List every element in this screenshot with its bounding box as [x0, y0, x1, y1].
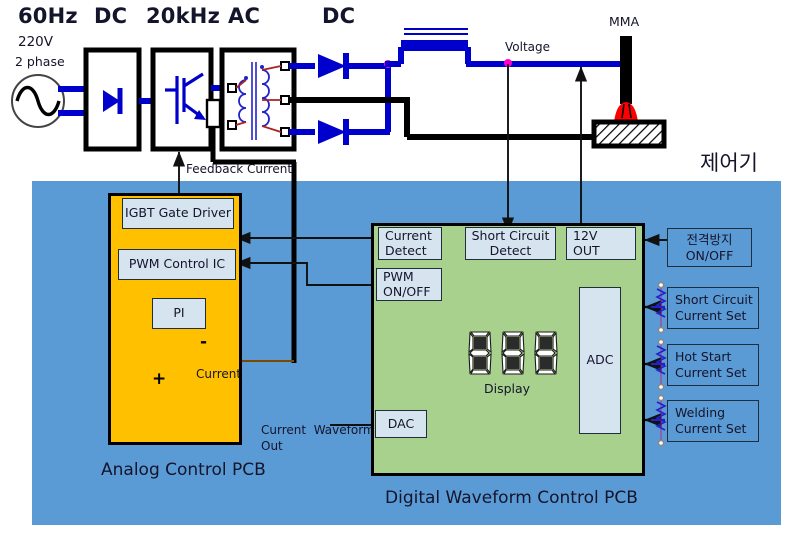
digital-pcb-caption: Digital Waveform Control PCB [385, 488, 638, 508]
summing-plus-sign: + [152, 369, 167, 389]
welding-inverter-block-diagram: 60Hz DC 20kHz AC DC 220V 2 phase Feedbac… [0, 0, 791, 534]
adc-block[interactable]: ADC [579, 287, 621, 434]
analog-pcb-caption: Analog Control PCB [101, 460, 266, 480]
pwm-control-ic-block[interactable]: PWM Control IC [118, 249, 236, 280]
pi-controller-block[interactable]: PI [152, 298, 206, 329]
source-voltage-label: 220V [18, 34, 54, 50]
current-sensor [205, 98, 222, 129]
current-waveform-out-line2: Out [261, 439, 283, 453]
inverter-box [150, 47, 214, 152]
short-circuit-current-set[interactable]: Short Circuit Current Set [667, 287, 759, 329]
electrode [620, 36, 632, 104]
stage-label-ac: AC [228, 4, 261, 28]
current-waveform-out-line1: Current Waveform [261, 423, 375, 437]
current-detect-label: Current Detect [385, 228, 432, 258]
source-phase-label: 2 phase [15, 54, 65, 69]
pwm-on-off-block[interactable]: PWM ON/OFF [376, 268, 442, 301]
voltage-label: Voltage [505, 40, 551, 54]
twelve-volt-out-label: 12V OUT [573, 228, 600, 258]
shock-prevention-label-1: 전격방지 [686, 231, 733, 247]
welding-current-set[interactable]: Welding Current Set [667, 400, 759, 442]
short-circuit-detect-label: Short Circuit Detect [471, 228, 550, 258]
short-circuit-set-label-2: Current Set [675, 308, 747, 323]
hot-start-set-label-2: Current Set [675, 365, 747, 380]
welding-arc [614, 102, 638, 122]
igbt-gate-driver-label: IGBT Gate Driver [125, 205, 231, 221]
seven-segment-display [467, 330, 559, 375]
stage-label-dc1: DC [94, 4, 128, 28]
display-caption: Display [484, 381, 531, 396]
adc-label: ADC [586, 352, 614, 368]
welding-set-label-2: Current Set [675, 421, 747, 436]
output-diode-top [318, 54, 346, 78]
feedback-current-label: Feedback Current [186, 162, 293, 176]
hot-start-set-label-1: Hot Start [675, 349, 732, 365]
display-digits [468, 331, 558, 375]
output-diode-bottom [318, 120, 346, 144]
stage-label-20khz: 20kHz [146, 4, 220, 28]
shock-prevention-label-2: ON/OFF [685, 247, 734, 263]
current-signal-label: Current [196, 367, 242, 381]
stage-label-dc2: DC [322, 4, 356, 28]
short-circuit-set-label-1: Short Circuit [675, 292, 753, 308]
pi-controller-label: PI [173, 305, 185, 321]
welding-set-label-1: Welding [675, 405, 726, 421]
short-circuit-detect-block[interactable]: Short Circuit Detect [465, 227, 556, 260]
dac-block[interactable]: DAC [375, 410, 427, 438]
workpiece [591, 119, 667, 149]
twelve-volt-out-block[interactable]: 12V OUT [566, 227, 636, 260]
pwm-on-off-label: PWM ON/OFF [383, 269, 431, 299]
summing-minus-sign: - [200, 332, 208, 352]
pwm-onoff-line [235, 256, 371, 286]
hot-start-current-set[interactable]: Hot Start Current Set [667, 344, 759, 386]
dac-label: DAC [387, 415, 415, 431]
pwm-control-ic-label: PWM Control IC [128, 256, 226, 272]
igbt-gate-driver-block[interactable]: IGBT Gate Driver [122, 198, 234, 229]
mma-label: MMA [609, 14, 640, 29]
potentiometer-symbols [651, 281, 667, 447]
current-detect-block[interactable]: Current Detect [378, 227, 442, 260]
stage-label-60hz: 60Hz [18, 4, 78, 28]
controller-korean-label: 제어기 [700, 151, 758, 175]
shock-prevention-switch[interactable]: 전격방지 ON/OFF [667, 228, 752, 267]
